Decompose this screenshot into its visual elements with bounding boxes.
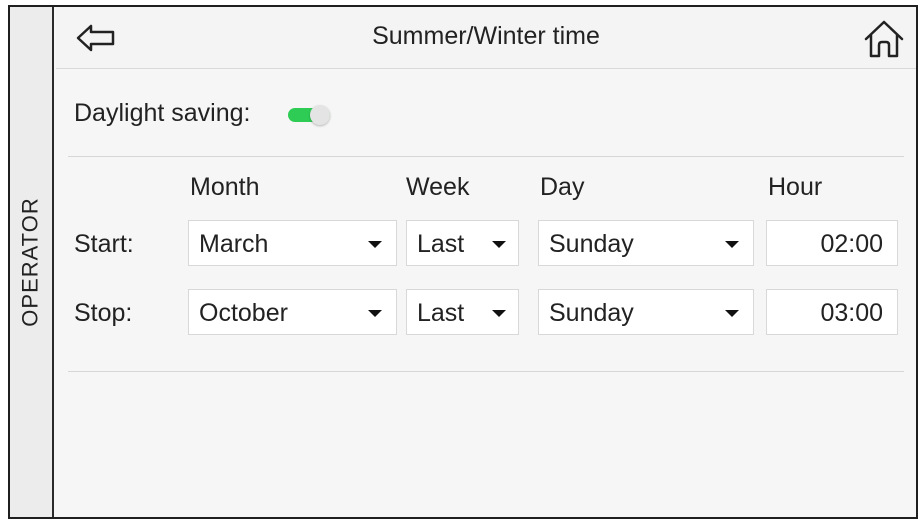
start-label: Start: bbox=[74, 230, 134, 258]
header-bar: Summer/Winter time bbox=[56, 7, 916, 69]
stop-hour-value: 03:00 bbox=[820, 299, 883, 327]
stop-month-value: October bbox=[199, 299, 288, 327]
stop-day-select[interactable]: Sunday bbox=[538, 289, 754, 335]
stop-week-value: Last bbox=[417, 299, 465, 327]
column-header-week: Week bbox=[406, 173, 470, 201]
daylight-saving-toggle[interactable] bbox=[286, 103, 332, 125]
chevron-down-icon bbox=[368, 241, 382, 248]
divider-top bbox=[68, 156, 904, 157]
start-hour-input[interactable]: 02:00 bbox=[766, 220, 898, 266]
home-icon bbox=[864, 20, 904, 58]
start-week-value: Last bbox=[417, 230, 465, 258]
chevron-down-icon bbox=[725, 310, 739, 317]
start-week-select[interactable]: Last bbox=[406, 220, 519, 266]
chevron-down-icon bbox=[492, 310, 506, 317]
main-panel: Summer/Winter time Daylight saving: Mont… bbox=[56, 7, 916, 517]
stop-day-value: Sunday bbox=[549, 299, 634, 327]
screen-frame: OPERATOR Summer/Winter time Daylight sav… bbox=[8, 5, 918, 519]
stop-hour-input[interactable]: 03:00 bbox=[766, 289, 898, 335]
chevron-down-icon bbox=[725, 241, 739, 248]
chevron-down-icon bbox=[368, 310, 382, 317]
start-day-select[interactable]: Sunday bbox=[538, 220, 754, 266]
stop-label: Stop: bbox=[74, 299, 133, 327]
chevron-down-icon bbox=[492, 241, 506, 248]
operator-side-tab[interactable]: OPERATOR bbox=[10, 7, 54, 517]
divider-bottom bbox=[68, 371, 904, 372]
operator-label: OPERATOR bbox=[18, 197, 43, 327]
column-header-day: Day bbox=[540, 173, 585, 201]
stop-week-select[interactable]: Last bbox=[406, 289, 519, 335]
start-hour-value: 02:00 bbox=[820, 230, 883, 258]
page-title: Summer/Winter time bbox=[372, 22, 600, 50]
daylight-saving-label: Daylight saving: bbox=[74, 99, 251, 127]
start-month-value: March bbox=[199, 230, 269, 258]
daylight-saving-row: Daylight saving: bbox=[74, 99, 332, 128]
column-header-month: Month bbox=[190, 173, 260, 201]
toggle-knob bbox=[310, 104, 331, 125]
column-header-hour: Hour bbox=[768, 173, 823, 201]
start-month-select[interactable]: March bbox=[188, 220, 397, 266]
home-button[interactable] bbox=[862, 17, 906, 61]
stop-month-select[interactable]: October bbox=[188, 289, 397, 335]
start-day-value: Sunday bbox=[549, 230, 634, 258]
